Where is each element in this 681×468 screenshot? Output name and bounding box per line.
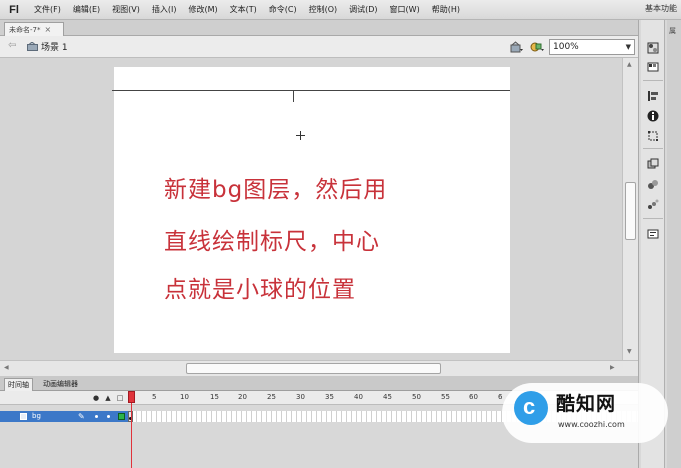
outline-color-icon[interactable] [118, 413, 125, 420]
annotation-line-1: 新建bg图层，然后用 [164, 177, 388, 203]
document-tab[interactable]: 未命名-7* × [4, 22, 64, 36]
menu-modify[interactable]: 修改(M) [182, 0, 223, 20]
registration-crosshair-icon [296, 131, 305, 140]
transform-icon[interactable] [647, 130, 659, 142]
zoom-value: 100% [553, 42, 579, 52]
info-icon[interactable] [647, 110, 659, 122]
menu-file[interactable]: 文件(F) [28, 0, 67, 20]
library-icon[interactable] [647, 178, 659, 190]
color-palette-icon[interactable] [647, 42, 659, 54]
frame-number: 40 [354, 393, 363, 401]
document-tab-bar: 未命名-7* × [0, 20, 638, 36]
eye-icon[interactable]: ● [92, 394, 100, 402]
watermark-logo-icon: c [514, 391, 548, 425]
watermark-badge: c 酷知网 www.coozhi.com [502, 383, 668, 443]
align-icon[interactable] [647, 90, 659, 102]
workspace-switcher[interactable]: 基本功能 [645, 0, 677, 18]
watermark-logo-letter: c [523, 394, 536, 419]
ruler-center-tick[interactable] [293, 90, 294, 102]
visibility-dot-icon[interactable] [95, 415, 98, 418]
pencil-icon: ✎ [78, 412, 85, 421]
document-tab-label: 未命名-7* [9, 25, 41, 34]
tab-motion-editor[interactable]: 动画编辑器 [40, 378, 81, 391]
ruler-line[interactable] [112, 90, 510, 91]
menu-control[interactable]: 控制(O) [303, 0, 344, 20]
frame-number: 55 [441, 393, 450, 401]
scroll-right-icon[interactable]: ▶ [610, 364, 615, 371]
frame-number: 5 [152, 393, 157, 401]
horizontal-scroll-thumb[interactable] [186, 363, 441, 374]
zoom-select[interactable]: 100% ▼ [549, 39, 635, 55]
frame-number: 35 [325, 393, 334, 401]
menu-edit[interactable]: 编辑(E) [67, 0, 106, 20]
pasteboard[interactable]: 新建bg图层，然后用 直线绘制标尺，中心 点就是小球的位置 [0, 58, 622, 360]
watermark-title: 酷知网 [556, 393, 617, 415]
annotation-line-2: 直线绘制标尺，中心 [164, 229, 380, 255]
menu-bar: Fl 文件(F) 编辑(E) 视图(V) 插入(I) 修改(M) 文本(T) 命… [0, 0, 681, 20]
layer-row-bg[interactable]: bg ✎ [0, 411, 128, 422]
frame-number: 25 [267, 393, 276, 401]
frame-number: 45 [383, 393, 392, 401]
annotation-line-3: 点就是小球的位置 [164, 277, 356, 303]
components-icon[interactable] [647, 158, 659, 170]
swatches-icon[interactable] [647, 61, 659, 73]
layer-icon [20, 413, 27, 420]
playhead[interactable] [128, 391, 135, 403]
separator [643, 80, 663, 81]
history-icon[interactable] [647, 228, 659, 240]
stage-canvas[interactable] [114, 67, 510, 353]
edit-symbols-icon[interactable] [530, 41, 544, 53]
properties-title: 属 [669, 27, 676, 35]
menu-items: 文件(F) 编辑(E) 视图(V) 插入(I) 修改(M) 文本(T) 命令(C… [28, 0, 466, 20]
menu-view[interactable]: 视图(V) [106, 0, 146, 20]
vertical-scroll-thumb[interactable] [625, 182, 636, 240]
playhead-line [131, 403, 132, 468]
watermark-url: www.coozhi.com [558, 420, 625, 429]
menu-window[interactable]: 窗口(W) [384, 0, 426, 20]
separator [643, 218, 663, 219]
scene-icon [27, 42, 38, 51]
lock-dot-icon[interactable] [107, 415, 110, 418]
tab-timeline[interactable]: 时间轴 [4, 378, 33, 391]
outline-icon[interactable]: □ [116, 394, 124, 402]
edit-scene-icon[interactable] [510, 41, 523, 53]
arrow-left-icon[interactable]: ⇦ [8, 40, 16, 51]
flash-window: Fl 文件(F) 编辑(E) 视图(V) 插入(I) 修改(M) 文本(T) 命… [0, 0, 681, 468]
chevron-down-icon: ▼ [625, 43, 631, 51]
layer-name[interactable]: bg [32, 411, 41, 422]
scroll-down-icon[interactable]: ▼ [627, 348, 632, 355]
separator [643, 148, 663, 149]
app-logo: Fl [9, 3, 19, 16]
frame-number: 15 [210, 393, 219, 401]
motion-presets-icon[interactable] [647, 198, 659, 210]
vertical-scrollbar[interactable]: ▲ ▼ [622, 58, 638, 360]
scene-label: 场景 1 [41, 43, 68, 53]
horizontal-scrollbar[interactable]: ◀ ▶ [0, 360, 638, 376]
frame-number: 50 [412, 393, 421, 401]
menu-insert[interactable]: 插入(I) [146, 0, 183, 20]
scroll-left-icon[interactable]: ◀ [4, 364, 9, 371]
scroll-up-icon[interactable]: ▲ [627, 61, 632, 68]
frame-number: 60 [469, 393, 478, 401]
frame-number: 30 [296, 393, 305, 401]
frame-number: 10 [180, 393, 189, 401]
properties-panel-collapsed[interactable]: 属 [667, 20, 681, 468]
lock-icon[interactable]: ▲ [104, 394, 112, 402]
menu-commands[interactable]: 命令(C) [263, 0, 303, 20]
frame-number: 20 [238, 393, 247, 401]
close-icon[interactable]: × [44, 25, 51, 34]
menu-debug[interactable]: 调试(D) [343, 0, 383, 20]
menu-text[interactable]: 文本(T) [224, 0, 263, 20]
menu-help[interactable]: 帮助(H) [426, 0, 466, 20]
scene-bar: ⇦ 场景 1 100% ▼ [0, 36, 638, 58]
frame-number: 6 [498, 393, 503, 401]
